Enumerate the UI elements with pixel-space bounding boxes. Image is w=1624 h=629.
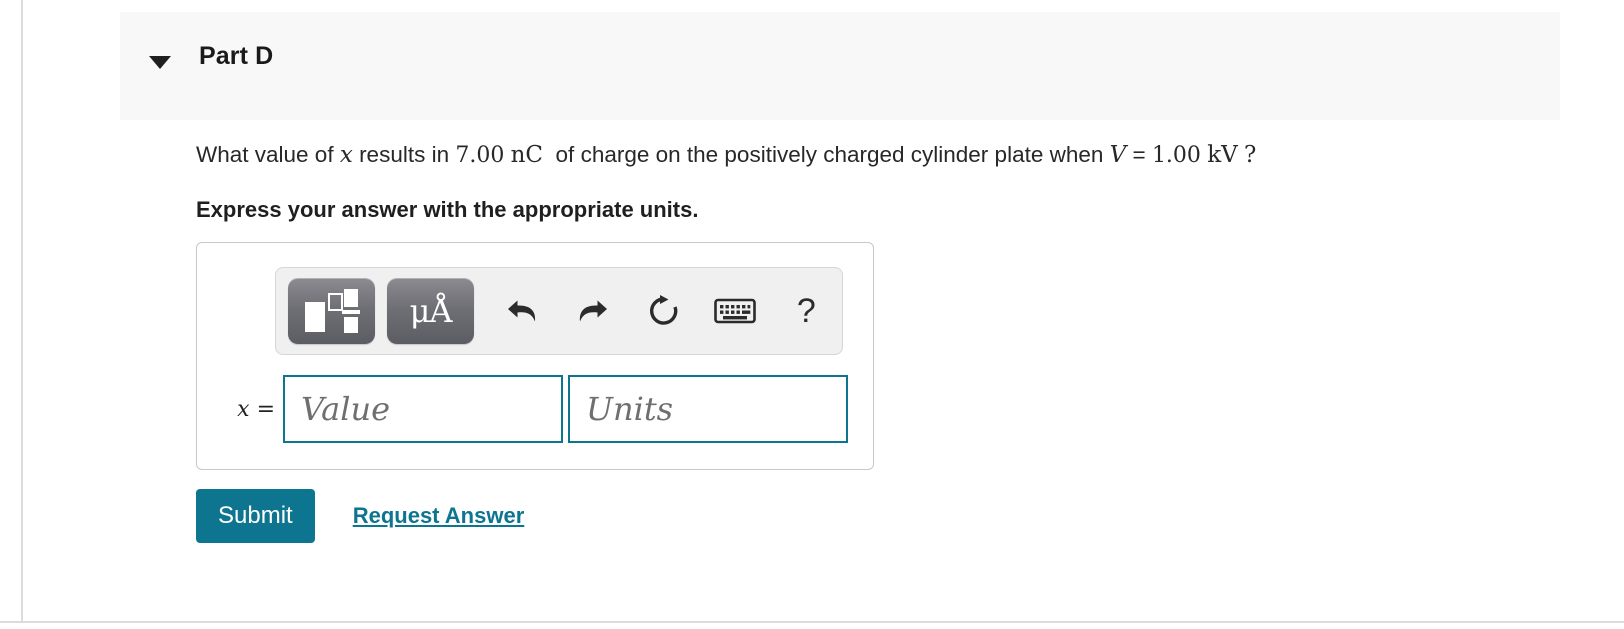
submit-button[interactable]: Submit	[196, 489, 315, 543]
charge-unit: nC	[510, 142, 544, 168]
undo-arrow-icon	[507, 300, 535, 322]
reset-button[interactable]	[628, 278, 699, 344]
answer-equals-sign: =	[256, 396, 275, 422]
micro-angstrom-icon: μÅ	[409, 292, 453, 330]
math-template-icon	[304, 288, 360, 334]
question-segment-2: results in	[352, 142, 456, 167]
math-toolbar: μÅ ?	[275, 267, 843, 355]
answer-variable-label: x =	[219, 397, 283, 422]
part-collapse-toggle[interactable]	[142, 48, 178, 76]
question-mark-icon: ?	[796, 291, 816, 330]
page-left-rule	[21, 0, 23, 622]
charge-value: 7.00	[455, 143, 505, 168]
undo-button[interactable]	[486, 278, 557, 344]
redo-button[interactable]	[557, 278, 628, 344]
question-body: What value of x results in 7.00 nC of ch…	[196, 140, 1556, 223]
answer-variable-letter: x	[237, 396, 250, 422]
action-bar: Submit Request Answer	[196, 489, 524, 543]
variable-v: V	[1109, 142, 1127, 168]
refresh-icon	[649, 295, 678, 325]
voltage-value: 1.00	[1151, 143, 1201, 168]
question-segment-1: What value of	[196, 142, 340, 167]
value-input[interactable]	[283, 375, 563, 443]
units-button[interactable]: μÅ	[387, 278, 475, 344]
question-text: What value of x results in 7.00 nC of ch…	[196, 140, 1556, 171]
question-mark: ?	[1244, 142, 1257, 168]
answer-panel: μÅ ? x = Value Units	[196, 242, 874, 470]
variable-x: x	[339, 142, 353, 168]
voltage-unit: kV	[1207, 142, 1238, 168]
help-button[interactable]: ?	[771, 278, 842, 344]
keyboard-button[interactable]	[700, 278, 771, 344]
instruction-text: Express your answer with the appropriate…	[196, 197, 699, 223]
math-template-button[interactable]	[288, 278, 376, 344]
request-answer-link[interactable]: Request Answer	[353, 503, 525, 529]
part-header: Part D	[120, 12, 1560, 120]
caret-down-icon	[149, 55, 171, 69]
units-input[interactable]	[568, 375, 848, 443]
page-bottom-rule	[0, 621, 1624, 623]
keyboard-icon	[714, 298, 756, 324]
equals-sign: =	[1132, 142, 1146, 167]
redo-arrow-icon	[579, 300, 607, 322]
part-title: Part D	[199, 42, 274, 70]
answer-input-row: x =	[219, 375, 848, 443]
question-segment-3: of charge on the positively charged cyli…	[549, 142, 1110, 167]
